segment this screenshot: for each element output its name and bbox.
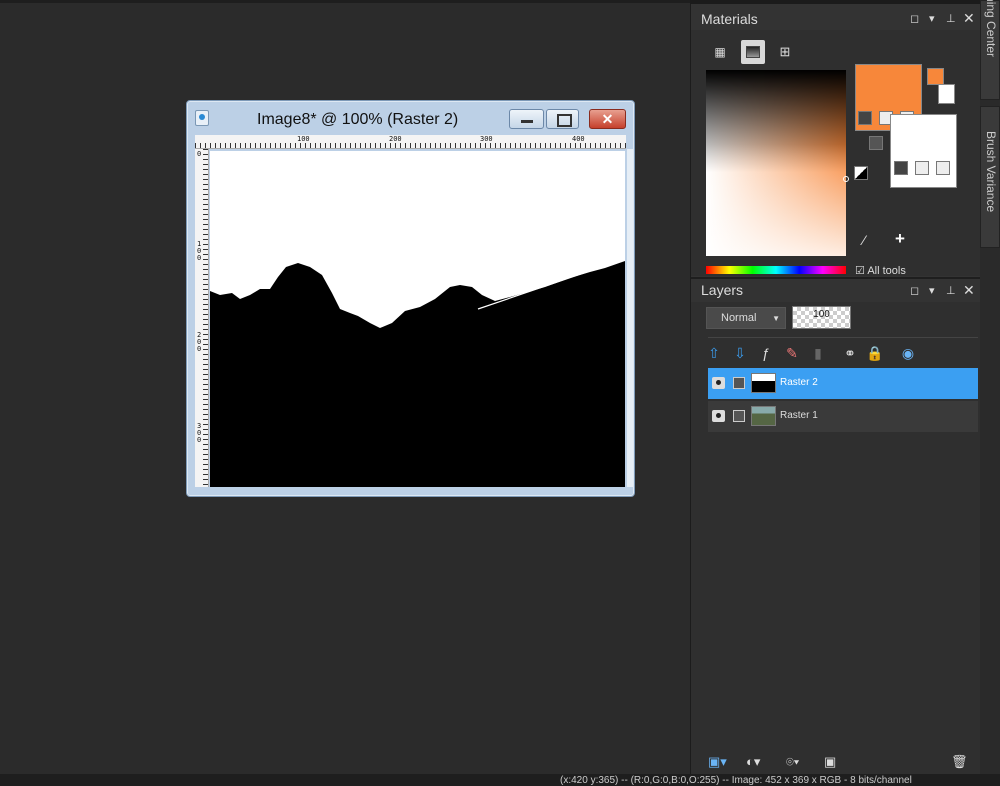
side-tab-strip: Learning Center Brush Variance	[980, 0, 1000, 774]
image-window-title: Image8* @ 100% (Raster 2)	[257, 111, 459, 128]
status-text: (x:420 y:365) -- (R:0,G:0,B:0,O:255) -- …	[560, 775, 912, 786]
layers-float-icon[interactable]: ◻	[910, 284, 919, 297]
maximize-button[interactable]	[546, 109, 579, 129]
materials-menu-icon[interactable]: ▾	[929, 12, 935, 25]
layers-pin-icon[interactable]: ⊥	[946, 284, 956, 297]
mask-icon[interactable]: ⌾▾	[786, 754, 799, 770]
all-tools-checkbox[interactable]: ☑ All tools	[855, 264, 906, 277]
learning-center-label: Learning Center	[984, 0, 998, 58]
ruler-tick: 0	[197, 150, 203, 158]
add-swatch-icon[interactable]: +	[895, 229, 905, 249]
default-colors-icon[interactable]	[854, 166, 868, 180]
layer-name: Raster 2	[780, 377, 818, 388]
panel-divider	[691, 277, 981, 279]
materials-float-icon[interactable]: ◻	[910, 12, 919, 25]
layer-thumbnail	[751, 373, 776, 393]
ruler-tick: 100	[297, 135, 311, 143]
spectrum-picker-marker[interactable]	[843, 176, 849, 182]
app-icon	[195, 110, 209, 126]
blend-mode-value: Normal	[721, 312, 757, 324]
materials-close-icon[interactable]: ✕	[963, 10, 975, 27]
bg-texture-icon[interactable]	[915, 161, 929, 175]
ruler-tick: 1 0 0	[197, 240, 203, 262]
ruler-tick: 300	[480, 135, 494, 143]
close-button[interactable]: ✕	[589, 109, 626, 129]
layers-menu-icon[interactable]: ▾	[929, 284, 935, 297]
eyedropper-icon[interactable]: ⁄	[863, 232, 865, 248]
image-canvas[interactable]	[210, 151, 625, 487]
layer-name: Raster 1	[780, 410, 818, 421]
close-icon: ✕	[601, 111, 614, 127]
layer-properties-icon[interactable]: ◉	[899, 344, 917, 362]
image-window-titlebar[interactable]: Image8* @ 100% (Raster 2) ✕	[187, 101, 634, 133]
image-window[interactable]: Image8* @ 100% (Raster 2) ✕ 100 200 300 …	[186, 100, 635, 497]
silhouette-image	[210, 151, 625, 487]
layers-title: Layers	[701, 282, 744, 298]
layer-brush-icon[interactable]: ✎	[783, 344, 801, 362]
opacity-value: 100	[813, 309, 830, 320]
lock-icon[interactable]: 🔒	[866, 344, 884, 362]
bg-style-icon[interactable]	[894, 161, 908, 175]
brush-variance-label: Brush Variance	[984, 131, 998, 213]
minimize-button[interactable]	[509, 109, 544, 129]
foreground-small-swatch[interactable]	[927, 68, 944, 85]
eye-icon[interactable]	[712, 377, 725, 389]
layers-toolbar-divider	[708, 337, 978, 338]
layer-effects-icon[interactable]: ƒ	[757, 344, 775, 362]
ruler-tick: 400	[572, 135, 586, 143]
right-panel: Materials ◻ ▾ ⊥ ✕ ▦ ⊞ ⁄ + ☑ All tools La…	[690, 4, 981, 774]
background-small-swatch[interactable]	[938, 84, 955, 104]
ruler-vertical: 0 1 0 0 2 0 0 3 0 0	[195, 149, 209, 487]
layers-close-icon[interactable]: ✕	[963, 282, 975, 299]
new-layer-icon[interactable]: ▣▾	[708, 754, 727, 770]
eye-icon[interactable]	[712, 410, 725, 422]
opacity-field[interactable]: 100	[792, 306, 851, 329]
move-layer-up-icon[interactable]: ⇧	[705, 344, 723, 362]
hue-bar[interactable]	[706, 266, 846, 274]
learning-center-tab[interactable]: Learning Center	[980, 0, 1000, 100]
chevron-down-icon: ▼	[772, 314, 780, 323]
blend-mode-select[interactable]: Normal ▼	[706, 307, 786, 329]
sliders-tab-icon[interactable]: ⊞	[773, 40, 797, 64]
layer-row-raster-2[interactable]: Raster 2	[708, 368, 978, 399]
vertical-scrollbar[interactable]	[627, 149, 633, 487]
materials-pin-icon[interactable]: ⊥	[946, 12, 956, 25]
fg-style-icon[interactable]	[858, 111, 872, 125]
adjustment-layer-icon[interactable]: ◐▾	[746, 754, 760, 770]
status-bar: (x:420 y:365) -- (R:0,G:0,B:0,O:255) -- …	[0, 774, 1000, 786]
ruler-horizontal: 100 200 300 400	[195, 135, 626, 149]
ruler-tick: 2 0 0	[197, 331, 203, 353]
layer-link-icon[interactable]	[733, 377, 745, 389]
background-swatch[interactable]	[890, 114, 957, 188]
ruler-tick: 3 0 0	[197, 422, 203, 444]
materials-title: Materials	[701, 11, 758, 27]
layer-thumbnail	[751, 406, 776, 426]
color-spectrum[interactable]	[706, 70, 846, 256]
layer-row-raster-1[interactable]: Raster 1	[708, 401, 978, 432]
link-icon[interactable]: ⚭	[841, 344, 859, 362]
swatches-tab-icon[interactable]: ▦	[708, 40, 732, 64]
ruler-tick: 200	[389, 135, 403, 143]
layer-link-icon[interactable]	[733, 410, 745, 422]
brush-variance-tab[interactable]: Brush Variance	[980, 106, 1000, 248]
bg-transparent-icon[interactable]	[936, 161, 950, 175]
workspace: Image8* @ 100% (Raster 2) ✕ 100 200 300 …	[0, 0, 690, 774]
group-layer-icon[interactable]: ▣	[824, 754, 836, 770]
all-tools-label: All tools	[867, 265, 906, 277]
delete-layer-icon[interactable]: 🗑	[951, 754, 968, 770]
move-layer-down-icon[interactable]: ⇩	[731, 344, 749, 362]
layer-mask-icon[interactable]: ▮	[809, 344, 827, 362]
swap-colors-icon[interactable]	[869, 136, 883, 150]
spectrum-tab-icon[interactable]	[741, 40, 765, 64]
